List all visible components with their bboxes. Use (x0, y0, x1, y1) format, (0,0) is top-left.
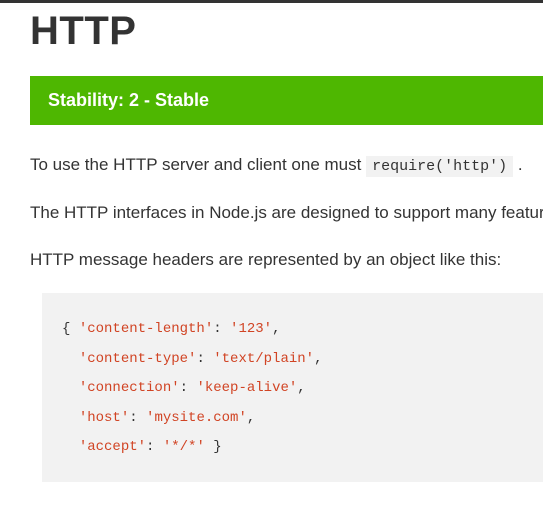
paragraph-headers-intro: HTTP message headers are represented by … (30, 246, 543, 273)
intro-text-prefix: To use the HTTP server and client one mu… (30, 155, 366, 174)
code-block-headers: { 'content-length': '123', 'content-type… (42, 293, 543, 482)
intro-paragraph: To use the HTTP server and client one mu… (30, 151, 543, 179)
paragraph-interfaces: The HTTP interfaces in Node.js are desig… (30, 199, 543, 226)
intro-text-suffix: . (513, 155, 522, 174)
stability-banner: Stability: 2 - Stable (30, 76, 543, 125)
doc-page: HTTP Stability: 2 - Stable To use the HT… (0, 9, 543, 512)
top-border (0, 0, 543, 3)
page-title: HTTP (30, 9, 543, 54)
inline-code-require: require('http') (366, 156, 513, 177)
